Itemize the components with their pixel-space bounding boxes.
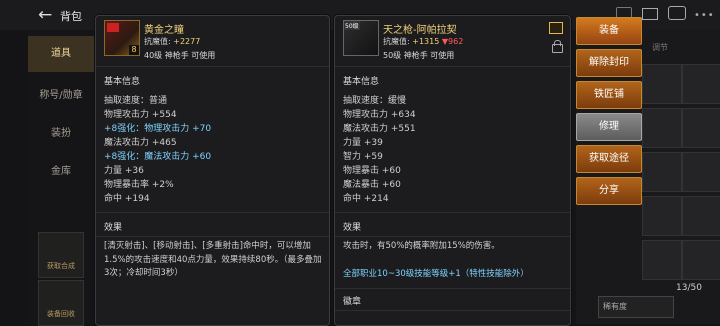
effect-heading: 效果 (104, 223, 123, 233)
inventory-slot[interactable] (642, 152, 682, 192)
left-nav: 道具 称号/勋章 装扮 金库 获取合成 装备回收 (28, 32, 94, 326)
blacksmith-button[interactable]: 铁匠铺 (576, 81, 642, 109)
grid-header: 调节 (652, 43, 668, 52)
stat-line: 物理暴击率 +2% (104, 180, 174, 190)
effect-text: 攻击时，有50%的概率附加15%的伤害。 (343, 241, 500, 251)
level-tag: 50级 (344, 21, 360, 30)
sort-select[interactable]: 稀有度 (598, 296, 674, 318)
stat-label: 抗魔值 (144, 37, 168, 46)
divider (335, 288, 570, 289)
divider (335, 66, 570, 67)
divider (96, 212, 329, 213)
inventory-slot[interactable] (682, 64, 720, 104)
item-stat: 抗魔值: +2277 (144, 37, 201, 46)
equip-button[interactable]: 装备 (576, 17, 642, 45)
repair-button[interactable]: 修理 (576, 113, 642, 141)
inventory-slot[interactable] (642, 240, 682, 280)
inventory-count: 13/50 (676, 283, 702, 293)
item-tooltip-golden-eye: 8 黄金之瞳 抗魔值: +2277 40级 神枪手 可使用 基本信息 抽取速度：… (95, 15, 330, 326)
stat-value: +1315 (412, 37, 440, 46)
get-synthesis-label: 获取合成 (47, 262, 75, 270)
stat-line: 命中 +194 (104, 194, 150, 204)
back-arrow-icon[interactable]: ← (38, 5, 58, 25)
obtain-path-button[interactable]: 获取途径 (576, 145, 642, 173)
inventory-slot[interactable] (682, 196, 720, 236)
item-icon: 50级 (343, 20, 379, 56)
stat-value: +2277 (173, 37, 201, 46)
inventory-slot[interactable] (682, 108, 720, 148)
item-requirement: 40级 神枪手 可使用 (144, 51, 216, 60)
mail-icon[interactable] (642, 8, 658, 20)
stat-line: 命中 +214 (343, 194, 389, 204)
item-requirement: 50级 神枪手 可使用 (383, 51, 455, 60)
effect-heading: 效果 (343, 223, 362, 233)
chat-icon[interactable] (668, 6, 686, 20)
item-name: 天之枪-阿帕拉契 (383, 25, 457, 36)
stat-line: 魔法攻击力 +551 (343, 124, 416, 134)
stat-line-enhance: +8强化：物理攻击力 +70 (104, 124, 212, 134)
more-icon[interactable]: ••• (694, 10, 715, 21)
item-name: 黄金之瞳 (144, 25, 184, 36)
stat-line-enhance: +8强化：魔法攻击力 +60 (104, 152, 212, 162)
share-button[interactable]: 分享 (576, 177, 642, 205)
stat-label: 抗魔值 (383, 37, 407, 46)
inventory-slot[interactable] (642, 108, 682, 148)
nav-item-items[interactable]: 道具 (28, 36, 94, 72)
lock-icon[interactable] (552, 40, 563, 53)
unseal-button[interactable]: 解除封印 (576, 49, 642, 77)
divider (335, 212, 570, 213)
stat-line: 物理攻击力 +554 (104, 110, 177, 120)
nav-item-titles[interactable]: 称号/勋章 (28, 78, 94, 114)
stat-line: 抽取速度：普通 (104, 96, 168, 106)
item-tooltip-appalachia: 50级 天之枪-阿帕拉契 抗魔值: +1315 ▼962 50级 神枪手 可使用… (334, 15, 571, 326)
stat-line: 物理暴击 +60 (343, 166, 401, 176)
share-icon[interactable] (549, 22, 563, 34)
inventory-slot[interactable] (642, 64, 682, 104)
divider (335, 310, 570, 311)
nav-item-vault[interactable]: 金库 (28, 154, 94, 190)
divider (96, 66, 329, 67)
stat-line: 魔法暴击 +60 (343, 180, 401, 190)
effect-text: [清灭射击]、[移动射击]、[多重射击]命中时，可以增加1.5%的攻击速度和40… (104, 241, 322, 278)
stat-line: 抽取速度：缓慢 (343, 96, 407, 106)
inventory-slot[interactable] (682, 240, 720, 280)
stat-line: 魔法攻击力 +465 (104, 138, 177, 148)
divider (96, 236, 329, 237)
equipment-recycle-label: 装备回收 (47, 310, 75, 318)
inventory-slot[interactable] (682, 152, 720, 192)
emblem-heading: 徽章 (343, 297, 362, 307)
item-stat: 抗魔值: +1315 ▼962 (383, 37, 464, 46)
stat-line: 智力 +59 (343, 152, 383, 162)
inventory-slot[interactable] (642, 196, 682, 236)
page-title: 背包 (60, 10, 82, 23)
item-icon: 8 (104, 20, 140, 56)
basic-info-heading: 基本信息 (104, 77, 141, 87)
flag-icon (107, 23, 119, 32)
basic-info-heading: 基本信息 (343, 77, 380, 87)
enhance-badge: 8 (129, 45, 139, 55)
stat-delta: ▼962 (441, 37, 464, 46)
stat-line: 力量 +36 (104, 166, 144, 176)
nav-item-avatar[interactable]: 装扮 (28, 116, 94, 152)
stat-line: 物理攻击力 +634 (343, 110, 416, 120)
divider (335, 236, 570, 237)
skill-bonus-line: 全部职业10~30级技能等级+1（特性技能除外） (343, 269, 529, 279)
get-synthesis-button[interactable]: 获取合成 (38, 232, 84, 278)
stat-line: 力量 +39 (343, 138, 383, 148)
equipment-recycle-button[interactable]: 装备回收 (38, 280, 84, 326)
